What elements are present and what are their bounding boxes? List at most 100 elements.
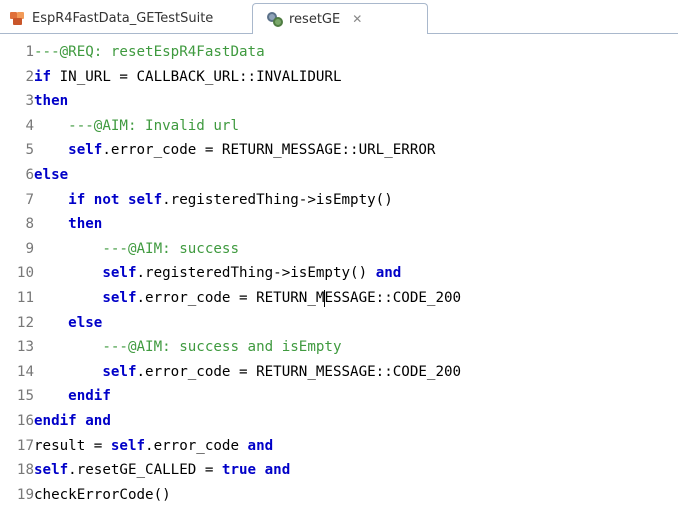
code-token: .error_code — [145, 437, 248, 454]
comment-token: ---@AIM: success and isEmpty — [102, 339, 342, 356]
code-text: self.error_code = RETURN_MESSAGE::URL_ER… — [34, 142, 435, 158]
code-line[interactable]: 11 self.error_code = RETURN_MESSAGE::COD… — [0, 286, 461, 310]
keyword-token: self — [102, 290, 137, 306]
tab-espr4fastdata-getestsuite[interactable]: EspR4FastData_GETestSuite — [0, 3, 250, 33]
code-text: endif and — [34, 413, 111, 429]
code-editor[interactable]: 1---@REQ: resetEspR4FastData 2if IN_URL =… — [0, 35, 678, 525]
line-number: 6 — [25, 167, 34, 183]
keyword-token: then — [68, 216, 103, 233]
line-number: 10 — [16, 265, 34, 282]
code-line[interactable]: 2if IN_URL = CALLBACK_URL::INVALIDURL — [0, 65, 342, 89]
keyword-token: and — [375, 265, 402, 282]
line-number: 19 — [16, 486, 34, 503]
project-icon — [10, 10, 26, 26]
tab-label: resetGE — [289, 11, 341, 27]
code-line[interactable]: 1---@REQ: resetEspR4FastData — [0, 40, 265, 64]
code-line[interactable]: 19checkErrorCode() — [0, 483, 171, 507]
code-token: IN_URL = CALLBACK_URL::INVALIDURL — [51, 68, 342, 85]
code-text: ---@REQ: resetEspR4FastData — [34, 44, 265, 60]
line-number: 4 — [25, 117, 34, 134]
keyword-token: self — [34, 462, 69, 479]
code-text: else — [34, 167, 68, 183]
code-token: .resetGE_CALLED = — [68, 462, 222, 479]
editor-tab-bar: EspR4FastData_GETestSuite resetGE ✕ — [0, 0, 678, 34]
code-line[interactable]: 4 ---@AIM: Invalid url — [0, 114, 239, 138]
code-line[interactable]: 5 self.error_code = RETURN_MESSAGE::URL_… — [0, 138, 435, 162]
code-text: if not self.registeredThing->isEmpty() — [34, 192, 393, 208]
code-text: self.error_code = RETURN_MESSAGE::CODE_2… — [34, 364, 461, 380]
line-number: 14 — [16, 363, 34, 380]
code-token: checkErrorCode() — [34, 486, 171, 503]
code-text: ---@AIM: Invalid url — [34, 118, 239, 134]
keyword-token: self — [110, 437, 146, 454]
code-line[interactable]: 13 ---@AIM: success and isEmpty — [0, 335, 342, 359]
code-token: .registeredThing->isEmpty() — [136, 265, 376, 282]
line-number: 2 — [25, 68, 34, 85]
keyword-token: endif — [68, 388, 111, 405]
line-number: 11 — [16, 290, 34, 306]
keyword-token: if — [34, 68, 52, 85]
code-text: checkErrorCode() — [34, 487, 171, 503]
close-icon[interactable]: ✕ — [352, 12, 362, 26]
keyword-token: self — [68, 142, 103, 159]
code-text: self.registeredThing->isEmpty() and — [34, 265, 401, 281]
code-line[interactable]: 9 ---@AIM: success — [0, 237, 239, 261]
code-text: ---@AIM: success and isEmpty — [34, 339, 342, 356]
keyword-token: if not self — [68, 191, 163, 208]
code-text: self.resetGE_CALLED = true and — [34, 462, 290, 478]
code-text: self.error_code = RETURN_MESSAGE::CODE_2… — [34, 289, 461, 307]
keyword-token: endif and — [34, 413, 111, 429]
comment-token: ---@REQ: resetEspR4FastData — [34, 44, 265, 60]
code-text: else — [34, 315, 102, 331]
code-line[interactable]: 16endif and — [0, 409, 111, 433]
line-number: 5 — [25, 142, 34, 159]
code-line[interactable]: 15 endif — [0, 384, 111, 408]
code-text: then — [34, 93, 68, 109]
gears-icon — [267, 11, 283, 27]
tab-resetge[interactable]: resetGE ✕ — [252, 3, 428, 34]
code-token: .error_code = RETURN_MESSAGE::CODE_200 — [136, 363, 462, 380]
code-text: then — [34, 216, 102, 232]
code-line[interactable]: 10 self.registeredThing->isEmpty() and — [0, 261, 401, 285]
code-line[interactable]: 17result = self.error_code and — [0, 434, 273, 458]
code-token: .error_code = RETURN_M — [136, 290, 325, 306]
tab-label: EspR4FastData_GETestSuite — [32, 10, 214, 26]
keyword-token: and — [247, 437, 274, 454]
code-text: endif — [34, 388, 111, 404]
code-line[interactable]: 6else — [0, 163, 68, 187]
code-line[interactable]: 18self.resetGE_CALLED = true and — [0, 458, 290, 482]
code-token: .registeredThing->isEmpty() — [162, 191, 393, 208]
line-number: 18 — [16, 462, 34, 479]
code-token: .error_code = RETURN_MESSAGE::URL_ERROR — [102, 142, 436, 159]
line-number: 16 — [16, 413, 34, 429]
keyword-token: self — [102, 265, 137, 282]
keyword-token: else — [34, 167, 69, 183]
code-text: ---@AIM: success — [34, 241, 239, 257]
code-line[interactable]: 7 if not self.registeredThing->isEmpty() — [0, 188, 393, 212]
code-line[interactable]: 14 self.error_code = RETURN_MESSAGE::COD… — [0, 360, 461, 384]
comment-token: ---@AIM: Invalid url — [68, 117, 240, 134]
code-text: result = self.error_code and — [34, 438, 273, 454]
code-token: result = — [34, 437, 111, 454]
line-number: 1 — [25, 44, 34, 60]
line-number: 12 — [16, 314, 34, 331]
code-line[interactable]: 8 then — [0, 212, 102, 236]
code-line[interactable]: 3then — [0, 89, 68, 113]
keyword-token: true and — [221, 462, 291, 479]
line-number: 9 — [25, 240, 34, 257]
comment-token: ---@AIM: success — [102, 240, 240, 257]
keyword-token: else — [68, 314, 103, 331]
line-number: 8 — [25, 216, 34, 233]
line-number: 7 — [25, 191, 34, 208]
code-line[interactable]: 12 else — [0, 311, 102, 335]
keyword-token: self — [102, 363, 137, 380]
code-text: if IN_URL = CALLBACK_URL::INVALIDURL — [34, 69, 342, 85]
